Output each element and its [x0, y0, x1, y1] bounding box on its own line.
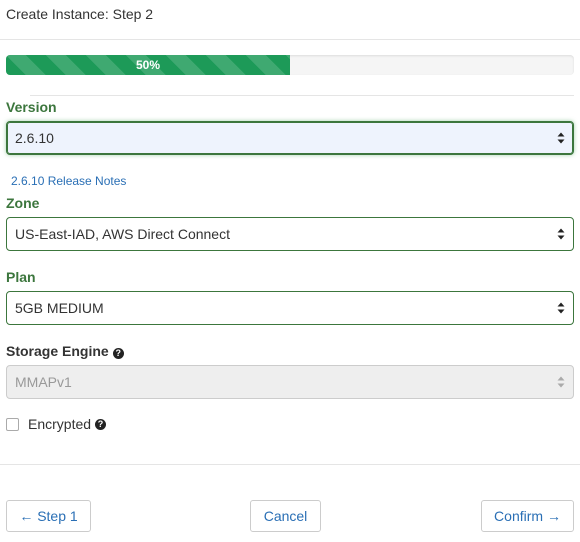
progress-bar: 50% [6, 55, 574, 75]
encrypted-label[interactable]: Encrypted [28, 416, 91, 432]
plan-label: Plan [6, 269, 36, 285]
release-notes-link[interactable]: 2.6.10 Release Notes [11, 174, 126, 188]
cancel-button[interactable]: Cancel [250, 500, 321, 532]
select-arrows-icon [557, 132, 565, 144]
progress-label: 50% [135, 58, 161, 72]
footer-divider [0, 464, 580, 465]
select-arrows-icon [557, 376, 565, 388]
back-step-1-button[interactable]: ← Step 1 [6, 500, 91, 532]
confirm-button[interactable]: Confirm → [481, 500, 574, 532]
select-arrows-icon [557, 302, 565, 314]
section-divider [30, 95, 574, 96]
select-arrows-icon [557, 228, 565, 240]
version-select-value: 2.6.10 [15, 130, 54, 146]
version-select[interactable]: 2.6.10 [6, 121, 574, 155]
version-label: Version [6, 99, 57, 115]
storage-engine-select-value: MMAPv1 [15, 374, 72, 390]
zone-select-value: US-East-IAD, AWS Direct Connect [15, 226, 230, 242]
zone-select[interactable]: US-East-IAD, AWS Direct Connect [6, 217, 574, 251]
create-instance-page: Create Instance: Step 2 50% Version 2.6.… [0, 0, 580, 542]
header-divider [0, 39, 580, 40]
storage-engine-select: MMAPv1 [6, 365, 574, 399]
encrypted-row: Encrypted? [6, 416, 107, 432]
encrypted-checkbox[interactable] [6, 417, 19, 431]
plan-select[interactable]: 5GB MEDIUM [6, 291, 574, 325]
storage-engine-label: Storage Engine [6, 343, 109, 359]
zone-label: Zone [6, 195, 40, 211]
storage-engine-label-row: Storage Engine? [6, 343, 124, 359]
plan-select-value: 5GB MEDIUM [15, 300, 104, 316]
question-circle-icon[interactable]: ? [112, 348, 124, 359]
page-title: Create Instance: Step 2 [6, 6, 154, 22]
progress-bar-fill: 50% [6, 55, 290, 75]
question-circle-icon[interactable]: ? [95, 418, 107, 430]
